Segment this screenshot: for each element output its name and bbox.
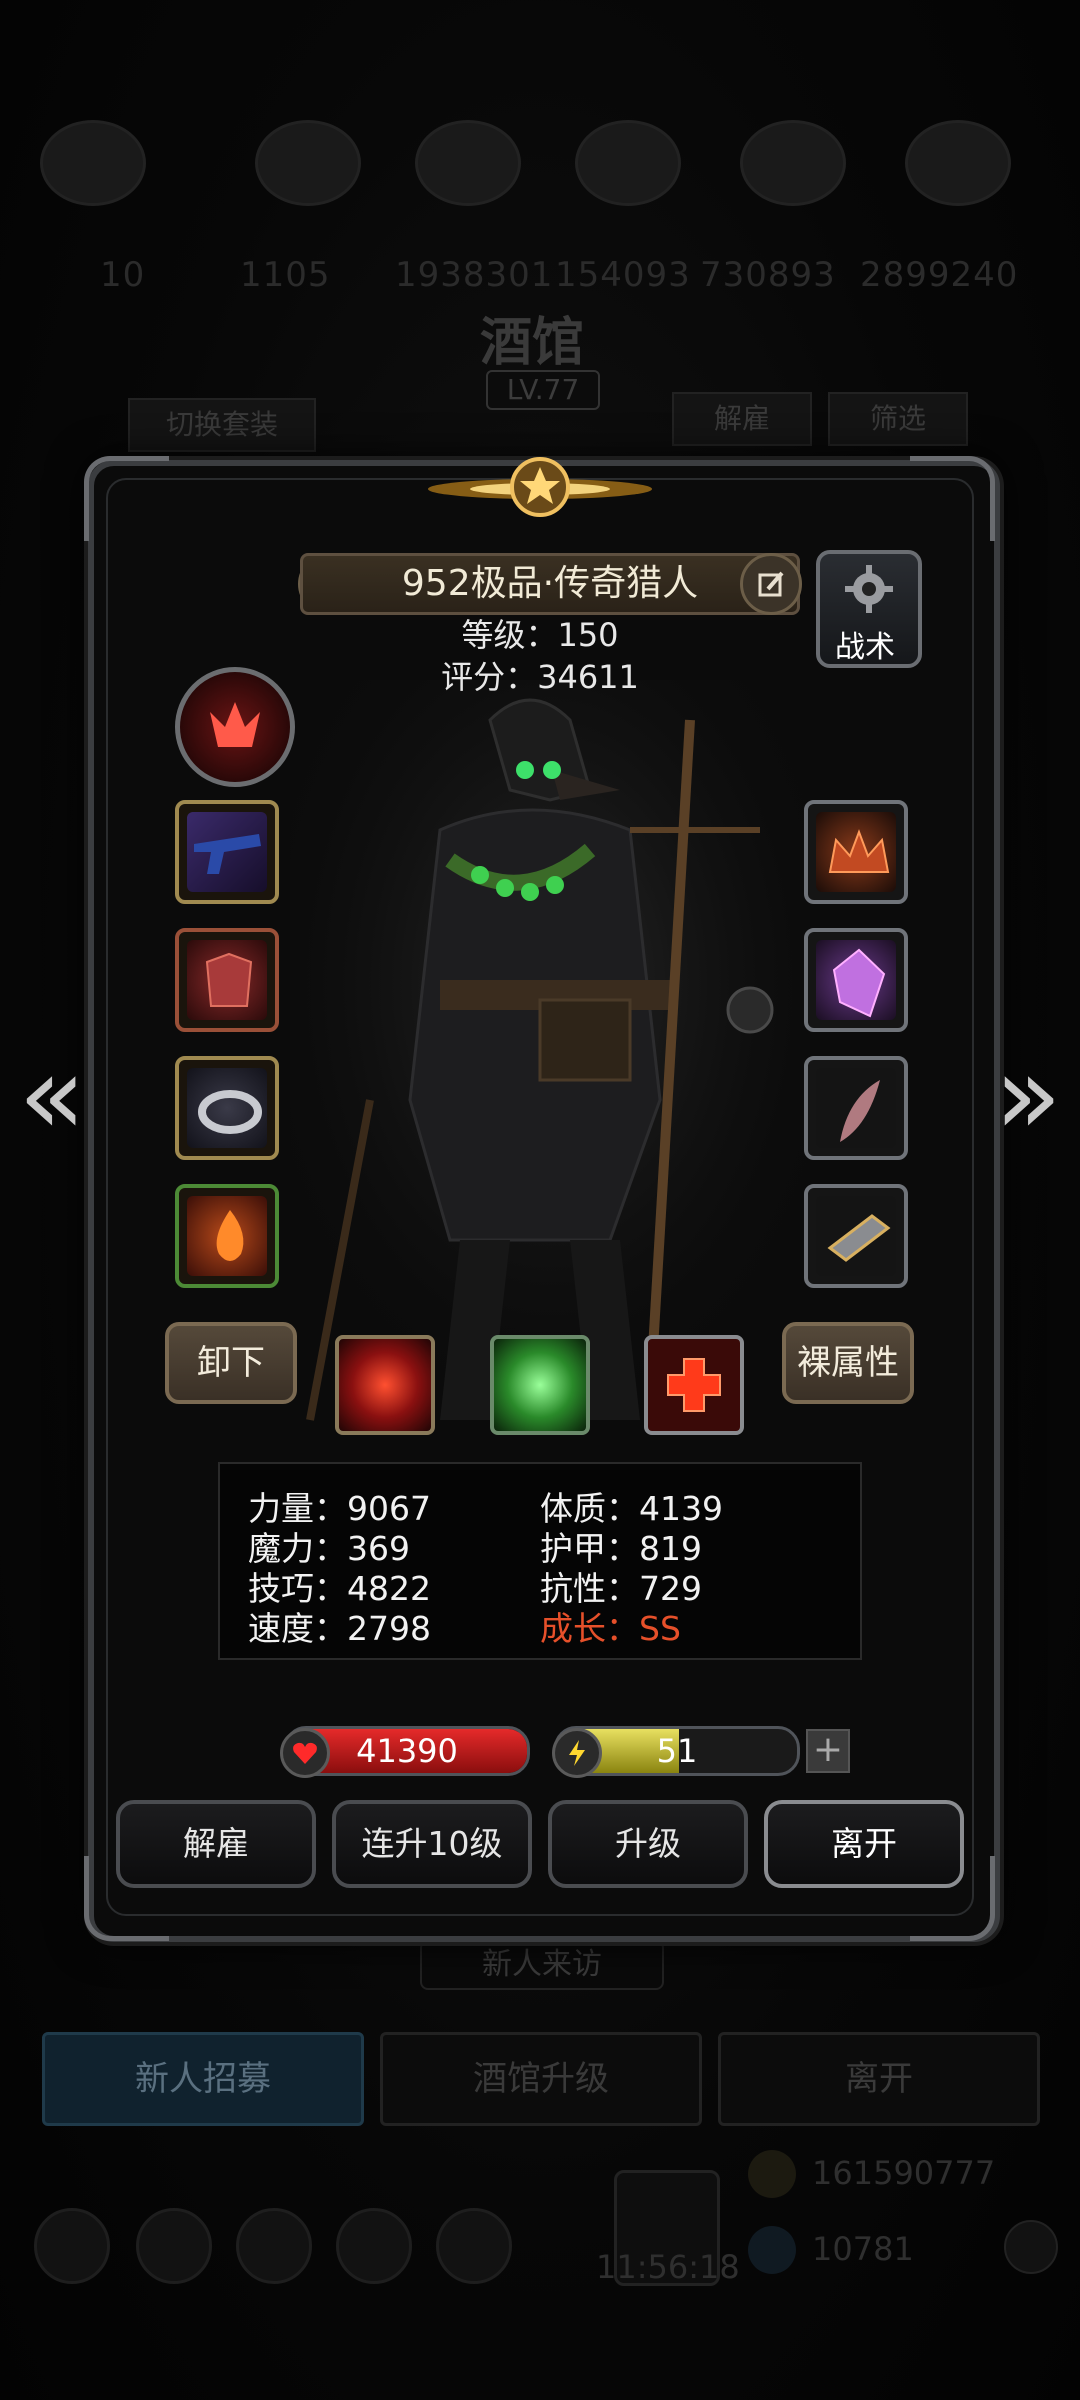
clock-text: 11:56:18	[596, 2248, 740, 2286]
skill-burst-icon[interactable]	[335, 1335, 435, 1435]
tab-leave[interactable]: 离开	[718, 2032, 1040, 2126]
level-up-button[interactable]: 升级	[548, 1800, 748, 1888]
resource-icon	[575, 120, 681, 206]
resource-value: 10	[100, 255, 146, 295]
frame-corner	[84, 456, 169, 541]
hero-name: 952极品·传奇猎人	[300, 553, 800, 615]
dismiss-button[interactable]: 解雇	[116, 1800, 316, 1888]
switch-outfit-button[interactable]: 切换套装	[128, 398, 316, 452]
leave-button[interactable]: 离开	[764, 1800, 964, 1888]
next-hero-arrow[interactable]: »	[988, 1040, 1068, 1150]
crown-icon	[828, 829, 890, 873]
crystal-icon	[832, 948, 886, 1018]
heart-icon	[280, 1728, 330, 1778]
resource-value: 1105	[240, 255, 331, 295]
menu-icon[interactable]	[436, 2208, 512, 2284]
frame-corner	[910, 456, 995, 541]
equipment-slot-ring[interactable]	[175, 1056, 279, 1160]
gear-icon	[845, 565, 893, 613]
pistol-icon	[194, 834, 261, 874]
avatar	[40, 120, 146, 206]
hero-portrait	[290, 680, 810, 1440]
lightning-icon	[552, 1728, 602, 1778]
bg-dismiss-button[interactable]: 解雇	[672, 392, 812, 446]
resource-icon	[415, 120, 521, 206]
prev-hero-arrow[interactable]: «	[12, 1040, 92, 1150]
resource-value: 1938301	[395, 255, 554, 295]
level-up-10-button[interactable]: 连升10级	[332, 1800, 532, 1888]
skill-heal-icon[interactable]	[644, 1335, 744, 1435]
resource-icon	[740, 120, 846, 206]
resource-value: 2899240	[860, 255, 1019, 295]
add-energy-button[interactable]: +	[806, 1729, 850, 1773]
menu-icon[interactable]	[236, 2208, 312, 2284]
unequip-button[interactable]: 卸下	[165, 1322, 297, 1404]
tavern-level: LV.77	[486, 370, 600, 410]
add-icon[interactable]	[1004, 2220, 1058, 2274]
hero-score: 评分：34611	[441, 658, 639, 696]
emblem-icon	[428, 457, 652, 517]
resource-icon	[905, 120, 1011, 206]
ring-icon	[198, 1090, 262, 1134]
relic-icon	[827, 1214, 891, 1262]
resource-value: 154093	[555, 255, 691, 295]
filter-button[interactable]: 筛选	[828, 392, 968, 446]
base-attributes-button[interactable]: 裸属性	[782, 1322, 914, 1404]
talent-icon[interactable]	[175, 667, 295, 787]
stat-speed: 速度：2798	[248, 1609, 431, 1648]
skill-poison-icon[interactable]	[490, 1335, 590, 1435]
tab-recruit[interactable]: 新人招募	[42, 2032, 364, 2126]
equipment-slot-armor[interactable]	[175, 928, 279, 1032]
menu-icon[interactable]	[34, 2208, 110, 2284]
stat-growth: 成长：SS	[540, 1609, 681, 1648]
gold-value: 161590777	[812, 2154, 996, 2192]
resource-value: 730893	[700, 255, 836, 295]
gem-icon	[748, 2226, 796, 2274]
edit-name-icon[interactable]	[740, 553, 802, 615]
equipment-slot-weapon[interactable]	[175, 800, 279, 904]
new-visitor-label[interactable]: 新人来访	[420, 1940, 664, 1990]
equipment-slot-relic[interactable]	[804, 1184, 908, 1288]
equipment-slot-accessory[interactable]	[175, 1184, 279, 1288]
tactics-label: 战术	[835, 630, 895, 665]
equipment-slot-feather[interactable]	[804, 1056, 908, 1160]
armor-icon	[205, 952, 253, 1007]
menu-icon[interactable]	[136, 2208, 212, 2284]
resource-icon	[255, 120, 361, 206]
hero-level: 等级：150	[461, 616, 619, 654]
page-title: 酒馆	[480, 312, 585, 373]
gem-value: 10781	[812, 2230, 914, 2268]
gold-icon	[748, 2150, 796, 2198]
equipment-slot-helmet[interactable]	[804, 800, 908, 904]
feather-icon	[840, 1080, 880, 1142]
menu-icon[interactable]	[336, 2208, 412, 2284]
tab-tavern-upgrade[interactable]: 酒馆升级	[380, 2032, 702, 2126]
flame-icon	[216, 1210, 244, 1261]
equipment-slot-gem[interactable]	[804, 928, 908, 1032]
